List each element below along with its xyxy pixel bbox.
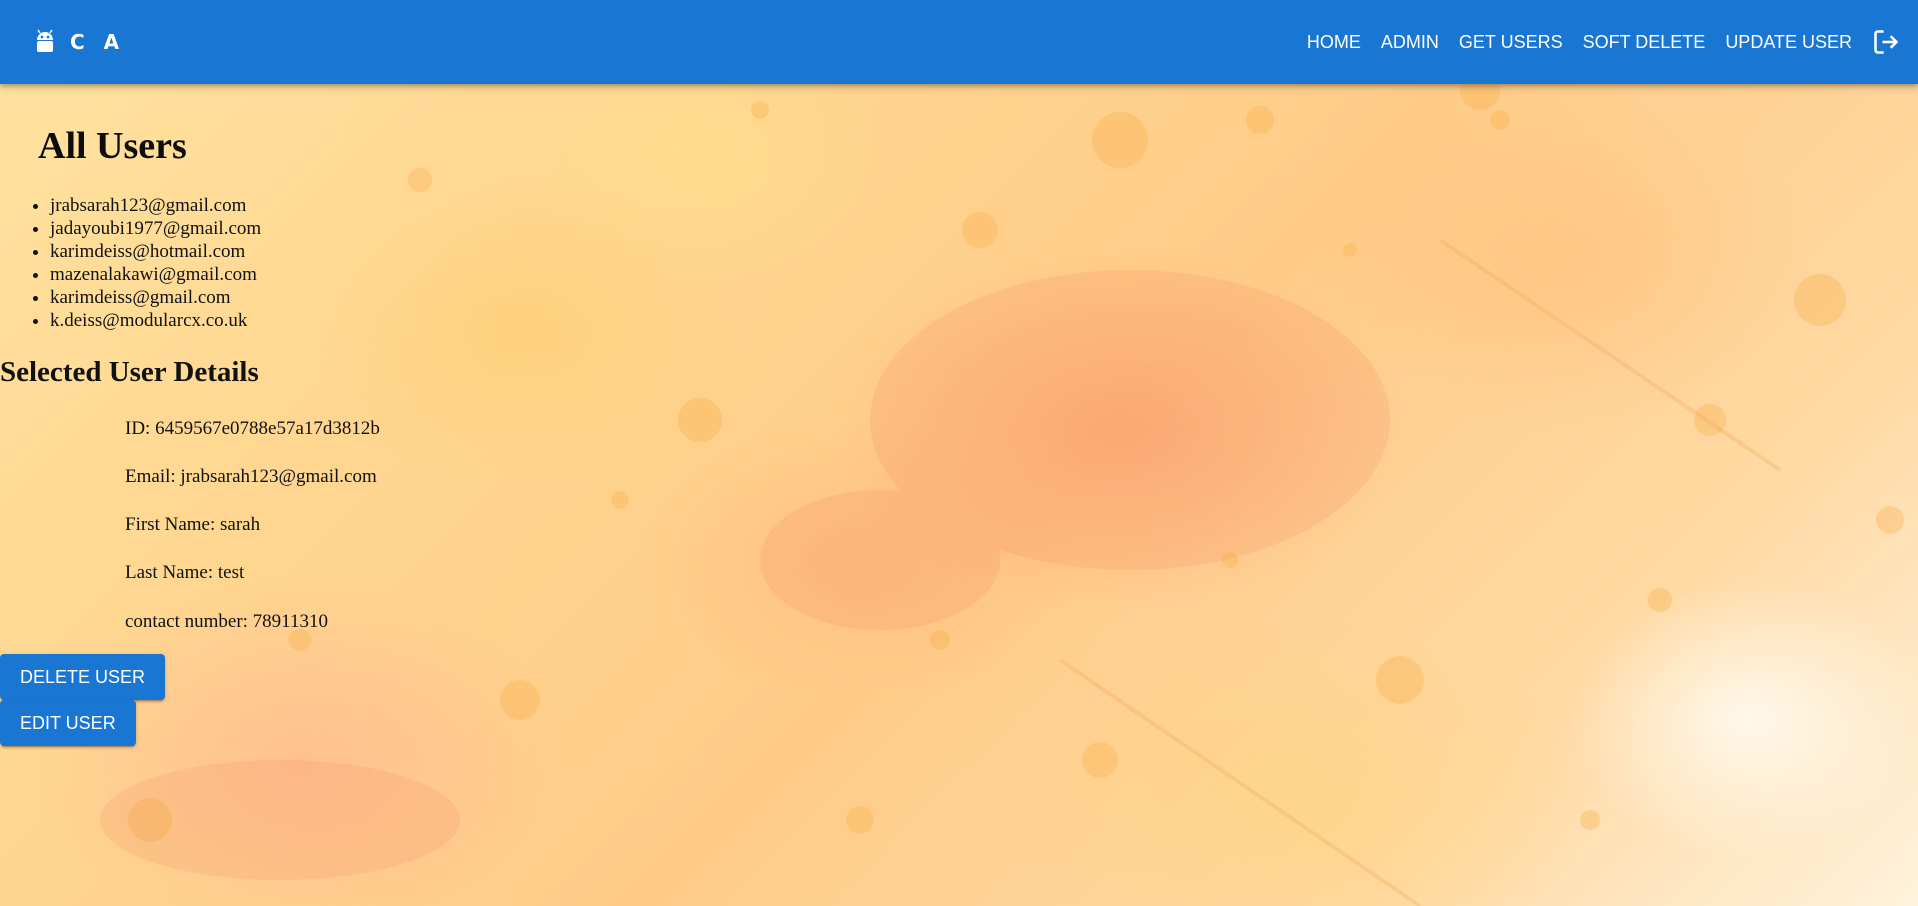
app-bar: C A HOME ADMIN GET USERS SOFT DELETE UPD… bbox=[0, 0, 1918, 84]
user-list-item[interactable]: karimdeiss@gmail.com bbox=[50, 286, 261, 309]
delete-user-button[interactable]: DELETE USER bbox=[0, 654, 166, 700]
edit-user-button[interactable]: EDIT USER bbox=[0, 700, 136, 746]
nav-admin[interactable]: ADMIN bbox=[1371, 32, 1449, 53]
detail-first-name: First Name: sarah bbox=[125, 514, 261, 535]
page-title: All Users bbox=[38, 125, 187, 167]
user-list-item[interactable]: karimdeiss@hotmail.com bbox=[50, 240, 261, 263]
user-list-item[interactable]: jadayoubi1977@gmail.com bbox=[50, 217, 261, 240]
user-list-item[interactable]: mazenalakawi@gmail.com bbox=[50, 263, 261, 286]
watercolor-background bbox=[45, 70, 1904, 906]
nav-update-user[interactable]: UPDATE USER bbox=[1715, 32, 1862, 53]
detail-id: ID: 6459567e0788e57a17d3812b bbox=[125, 418, 380, 439]
logout-icon[interactable] bbox=[1872, 28, 1900, 56]
brand[interactable]: C A bbox=[34, 29, 125, 55]
nav-soft-delete[interactable]: SOFT DELETE bbox=[1573, 32, 1716, 53]
user-list: jrabsarah123@gmail.com jadayoubi1977@gma… bbox=[0, 194, 261, 332]
nav-get-users[interactable]: GET USERS bbox=[1449, 32, 1573, 53]
user-list-item[interactable]: k.deiss@modularcx.co.uk bbox=[50, 309, 261, 332]
user-list-item[interactable]: jrabsarah123@gmail.com bbox=[50, 194, 261, 217]
main-nav: HOME ADMIN GET USERS SOFT DELETE UPDATE … bbox=[1297, 28, 1900, 56]
details-title: Selected User Details bbox=[0, 356, 259, 388]
nav-home[interactable]: HOME bbox=[1297, 32, 1371, 53]
brand-text: C A bbox=[70, 30, 126, 54]
detail-last-name: Last Name: test bbox=[125, 562, 245, 583]
android-icon bbox=[34, 29, 56, 55]
detail-email: Email: jrabsarah123@gmail.com bbox=[125, 466, 377, 487]
detail-contact-number: contact number: 78911310 bbox=[125, 611, 328, 632]
